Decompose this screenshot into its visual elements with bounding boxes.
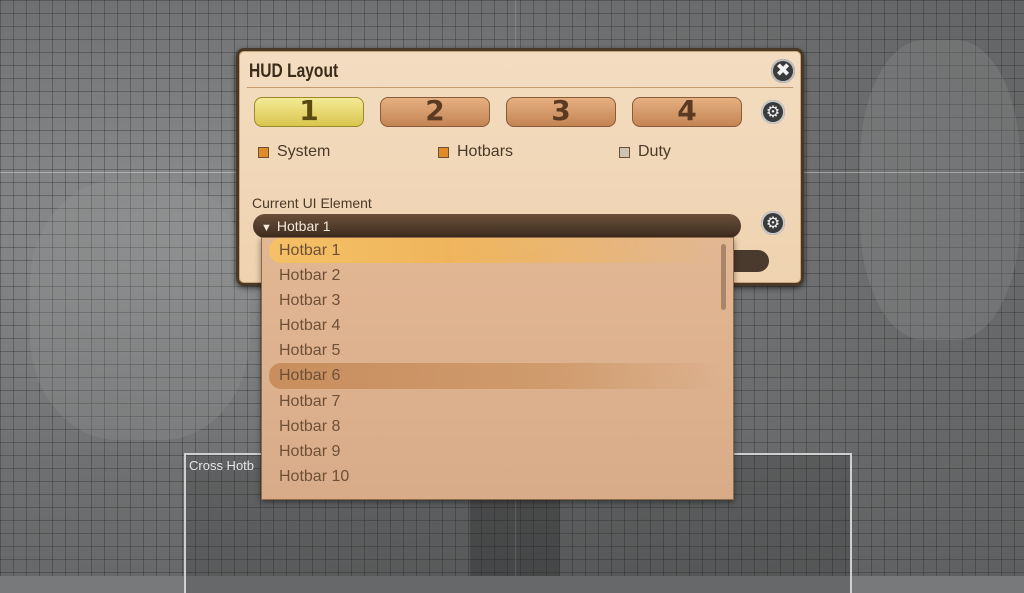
- dropdown-arrow-icon: ▼: [261, 222, 272, 234]
- filter-system-checkbox[interactable]: System: [258, 143, 330, 161]
- layout-settings-gear-icon[interactable]: ⚙: [761, 100, 785, 124]
- filter-duty-checkbox[interactable]: Duty: [619, 143, 671, 161]
- dropdown-option-hotbar-8[interactable]: Hotbar 8: [262, 414, 733, 439]
- layout-slot-1[interactable]: 1: [254, 97, 364, 127]
- dropdown-value: Hotbar 1: [276, 218, 331, 234]
- dropdown-option-hotbar-10[interactable]: Hotbar 10: [262, 464, 733, 489]
- filter-hotbars-checkbox[interactable]: Hotbars: [438, 143, 513, 161]
- current-element-dropdown[interactable]: ▼ Hotbar 1: [253, 214, 741, 238]
- dropdown-option-hotbar-5[interactable]: Hotbar 5: [262, 338, 733, 363]
- filter-system-label: System: [277, 143, 331, 160]
- scene-rock: [860, 40, 1020, 340]
- checkbox-checked-icon: [438, 146, 449, 158]
- filter-duty-label: Duty: [638, 143, 671, 160]
- checkbox-unchecked-icon: [619, 146, 630, 158]
- dropdown-option-hotbar-3[interactable]: Hotbar 3: [262, 288, 733, 313]
- layout-slot-4[interactable]: 4: [632, 97, 742, 127]
- dropdown-option-hotbar-9[interactable]: Hotbar 9: [262, 439, 733, 464]
- dropdown-list[interactable]: Hotbar 1 Hotbar 2 Hotbar 3 Hotbar 4 Hotb…: [261, 237, 734, 500]
- title-divider: [247, 87, 793, 88]
- layout-slot-3[interactable]: 3: [506, 97, 616, 127]
- scene-rock: [30, 180, 250, 440]
- element-settings-gear-icon[interactable]: ⚙: [761, 211, 785, 235]
- close-icon[interactable]: ✖: [771, 59, 795, 83]
- dropdown-option-hotbar-4[interactable]: Hotbar 4: [262, 313, 733, 338]
- layout-slot-2[interactable]: 2: [380, 97, 490, 127]
- dropdown-option-hotbar-6[interactable]: Hotbar 6: [269, 363, 723, 389]
- cross-hotbar-label: Cross Hotb: [189, 458, 255, 473]
- current-element-label: Current UI Element: [252, 195, 372, 211]
- dropdown-scrollbar[interactable]: [721, 244, 726, 310]
- filter-hotbars-label: Hotbars: [457, 143, 514, 160]
- dropdown-option-hotbar-2[interactable]: Hotbar 2: [262, 263, 733, 288]
- checkbox-checked-icon: [258, 146, 269, 158]
- window-title: HUD Layout: [249, 61, 339, 82]
- dropdown-option-hotbar-7[interactable]: Hotbar 7: [262, 389, 733, 414]
- dropdown-option-hotbar-1[interactable]: Hotbar 1: [269, 238, 723, 264]
